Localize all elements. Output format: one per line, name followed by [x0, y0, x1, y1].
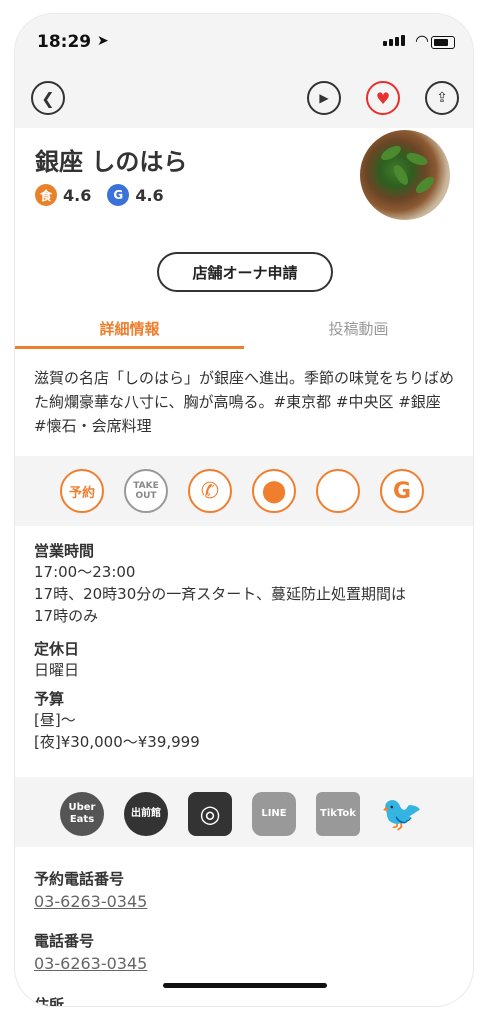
restaurant-name: 銀座 しのはら [35, 148, 188, 176]
address-heading: 住所 [34, 996, 65, 1006]
tiktok-button[interactable]: TikTok [316, 792, 360, 836]
google-icon: G [392, 478, 412, 504]
battery-icon [431, 36, 455, 49]
phone-heading: 電話番号 [34, 932, 95, 950]
phone-button[interactable]: ✆ [188, 469, 232, 513]
twitter-button[interactable]: 🐦 [380, 792, 424, 836]
tab-details[interactable]: 詳細情報 [15, 318, 244, 339]
ratings-row: 食 4.6 G 4.6 [35, 184, 174, 206]
wifi-icon: ◠ [415, 31, 429, 50]
add-video-button[interactable]: ▶ [307, 81, 341, 115]
description: 滋賀の名店「しのはら」が銀座へ進出。季節の味覚をちりばめた絢爛豪華な八寸に、胸が… [34, 369, 455, 435]
twitter-icon: 🐦 [380, 794, 424, 834]
food-rating-icon: 食 [35, 184, 57, 206]
budget-heading: 予算 [34, 690, 65, 708]
location-arrow-icon: ➤ [97, 33, 109, 49]
chevron-left-icon: ❮ [41, 88, 55, 108]
hours-line1: 17:00〜23:00 [34, 563, 136, 581]
reservation-phone-heading: 予約電話番号 [34, 870, 125, 888]
budget-lunch: [昼]〜 [34, 711, 76, 729]
reservation-button[interactable]: 予約 [60, 469, 104, 513]
heart-icon: ♥ [375, 88, 391, 108]
demaecan-button[interactable]: 出前館 [124, 792, 168, 836]
closed-value: 日曜日 [34, 661, 80, 679]
tab-bar: 詳細情報 投稿動画 [15, 318, 473, 348]
owner-apply-button[interactable]: 店舗オーナ申請 [157, 252, 333, 292]
uber-eats-icon: Uber Eats [68, 802, 96, 825]
food-rating-value: 4.6 [63, 185, 92, 205]
phone-screen: 18:29 ➤ ◠ ❮ ▶ ♥ ⇪ 銀座 しのはら 食 4.6 G 4.6 店舗… [15, 14, 473, 1006]
closed-heading: 定休日 [34, 640, 80, 658]
instagram-button[interactable]: ◎ [188, 792, 232, 836]
reservation-icon: 予約 [68, 485, 95, 501]
play-plus-icon: ▶ [319, 91, 329, 105]
takeout-button[interactable]: TAKE OUT [124, 469, 168, 513]
nav-bar: ❮ ▶ ♥ ⇪ [15, 68, 473, 128]
back-button[interactable]: ❮ [31, 81, 65, 115]
status-time: 18:29 [37, 32, 92, 52]
active-tab-indicator [15, 346, 244, 349]
line-icon: LINE [261, 808, 287, 819]
tab-videos[interactable]: 投稿動画 [244, 318, 473, 339]
map-pin-icon: ⬤ [261, 478, 287, 504]
reservation-phone-link[interactable]: 03-6263-0345 [34, 892, 147, 911]
google-button[interactable]: G [380, 469, 424, 513]
share-button[interactable]: ⇪ [425, 81, 459, 115]
action-icon-bar: 予約 TAKE OUT ✆ ⬤ G [15, 456, 473, 526]
hours-line2: 17時、20時30分の一斉スタート、蔓延防止処置期間は [34, 585, 406, 603]
budget-dinner: [夜]¥30,000〜¥39,999 [34, 733, 200, 751]
google-rating-icon: G [107, 184, 130, 206]
signal-icon [383, 35, 405, 46]
takeout-icon: TAKE OUT [133, 481, 159, 501]
uber-eats-button[interactable]: Uber Eats [60, 792, 104, 836]
line-button[interactable]: LINE [252, 792, 296, 836]
demaecan-icon: 出前館 [131, 808, 161, 819]
google-rating-value: 4.6 [135, 185, 164, 205]
closed-section: 定休日 日曜日 [34, 638, 458, 681]
sns-icon-bar: Uber Eats 出前館 ◎ LINE TikTok 🐦 [15, 777, 473, 847]
phone-link[interactable]: 03-6263-0345 [34, 954, 147, 973]
status-bar: 18:29 ➤ ◠ [15, 14, 473, 68]
hours-section: 営業時間 17:00〜23:00 17時、20時30分の一斉スタート、蔓延防止処… [34, 540, 458, 627]
share-icon: ⇪ [436, 90, 448, 106]
map-button[interactable]: ⬤ [252, 469, 296, 513]
hours-heading: 営業時間 [34, 542, 95, 560]
restaurant-photo[interactable] [360, 130, 450, 220]
instagram-icon: ◎ [199, 800, 221, 828]
budget-section: 予算 [昼]〜 [夜]¥30,000〜¥39,999 [34, 688, 458, 753]
empty-action-button[interactable] [316, 469, 360, 513]
phone-icon: ✆ [200, 478, 220, 504]
home-indicator[interactable] [163, 983, 327, 988]
tiktok-icon: TikTok [320, 808, 356, 819]
favorite-button[interactable]: ♥ [366, 81, 400, 115]
hours-line3: 17時のみ [34, 607, 99, 625]
